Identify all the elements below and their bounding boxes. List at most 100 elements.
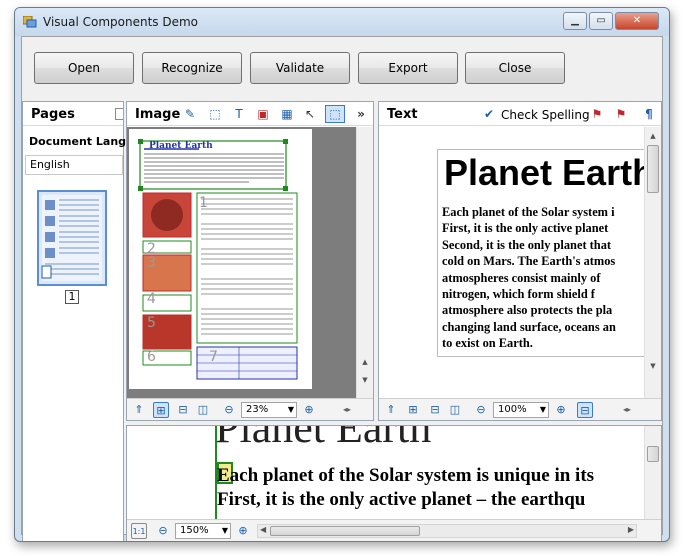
- zoom-in-icon[interactable]: ⊕: [553, 402, 569, 418]
- image-zoom-select[interactable]: 23% ▼: [241, 402, 297, 418]
- window-title: Visual Components Demo: [43, 15, 199, 29]
- text-line: Each planet of the Solar system i: [442, 205, 615, 219]
- zoom-hscroll-thumb[interactable]: [270, 526, 420, 536]
- app-icon: [23, 16, 37, 28]
- text-line: First, it is the only active planet: [442, 221, 609, 236]
- block-number-6: 6: [147, 349, 156, 365]
- text-scroll-thumb[interactable]: [647, 145, 659, 193]
- pages-panel: Pages Document Langu English 1: [22, 101, 134, 541]
- pages-collapse-icon[interactable]: [115, 108, 123, 120]
- scroll-up-icon[interactable]: ▲: [645, 129, 661, 143]
- block-number-7: 7: [209, 349, 218, 365]
- language-select[interactable]: English: [25, 155, 123, 175]
- collapse-up-icon[interactable]: ⇑: [131, 402, 147, 418]
- block-number-4: 4: [147, 291, 156, 307]
- zoom-text: Each planet of the Solar system is uniqu…: [217, 464, 594, 512]
- minimize-icon: ▁: [571, 15, 579, 26]
- text-header: Text ✔ Check Spelling ⚑ ⚑ ¶: [379, 102, 661, 126]
- zoom-line: Each planet of the Solar system is uniqu…: [217, 465, 595, 486]
- document-image-content: [138, 139, 298, 380]
- close-window-button[interactable]: ✕: [615, 12, 659, 30]
- zoom-out-icon[interactable]: ⊖: [155, 523, 171, 539]
- fit-height-icon[interactable]: ◫: [195, 402, 211, 418]
- zoom-in-icon[interactable]: ⊕: [235, 523, 251, 539]
- block-heading-text: Planet Earth: [149, 141, 213, 151]
- zoom-view-value: 150%: [180, 525, 209, 536]
- zoom-panel: Planet Earth Each planet of the Solar sy…: [126, 425, 662, 541]
- text-line: Second, it is the only planet that: [442, 237, 612, 252]
- maximize-icon: ▭: [596, 15, 606, 26]
- zoom-viewport[interactable]: Planet Earth Each planet of the Solar sy…: [127, 426, 646, 519]
- page-thumbnail[interactable]: [37, 190, 107, 286]
- title-bar[interactable]: Visual Components Demo ▁ ▭ ✕: [15, 8, 669, 36]
- recognize-button[interactable]: Recognize: [142, 52, 242, 84]
- pointer-icon[interactable]: ↖: [302, 106, 318, 122]
- text-zoom-bar: ⇑ ⊞ ⊟ ◫ ⊖ 100% ▼ ⊕ ⊟ ◂▸: [379, 398, 661, 420]
- dropdown-icon: ▼: [539, 405, 546, 414]
- text-panel: Text ✔ Check Spelling ⚑ ⚑ ¶ Planet Earth…: [378, 101, 662, 421]
- zoom-horizontal-scrollbar[interactable]: ◀ ▶: [257, 524, 637, 538]
- page-number-label: 1: [65, 290, 79, 304]
- validate-button[interactable]: Validate: [250, 52, 350, 84]
- table-area-icon[interactable]: ▦: [279, 106, 295, 122]
- fit-page-icon[interactable]: ⊞: [405, 402, 421, 418]
- text-line: atmosphere also protects the pla: [442, 303, 613, 318]
- text-line: changing land surface, oceans an: [442, 319, 616, 334]
- fit-width-icon[interactable]: ⊟: [427, 402, 443, 418]
- more-tools-icon[interactable]: »: [353, 106, 369, 122]
- next-error-icon[interactable]: ⚑: [589, 106, 605, 122]
- area-tool-icon[interactable]: ⬚: [207, 106, 223, 122]
- fit-height-icon[interactable]: ◫: [447, 402, 463, 418]
- text-line: to exist on Earth.: [442, 336, 533, 351]
- scroll-up-icon[interactable]: ▲: [357, 355, 373, 369]
- zoom-bar: 1:1 ⊖ 150% ▼ ⊕ ◀ ▶: [127, 519, 661, 541]
- zoom-out-icon[interactable]: ⊖: [221, 402, 237, 418]
- text-vertical-scrollbar[interactable]: ▲ ▼: [644, 127, 661, 400]
- minimize-button[interactable]: ▁: [563, 12, 587, 30]
- check-spelling-button[interactable]: Check Spelling: [501, 108, 590, 122]
- export-button[interactable]: Export: [358, 52, 458, 84]
- scroll-left-icon[interactable]: ◂▸: [339, 402, 355, 418]
- zoom-out-icon[interactable]: ⊖: [473, 402, 489, 418]
- zoom-in-icon[interactable]: ⊕: [301, 402, 317, 418]
- image-vertical-scrollbar[interactable]: ▲ ▼: [356, 127, 373, 400]
- picture-area-icon[interactable]: ▣: [255, 106, 271, 122]
- zoom-line: First, it is the only active planet – th…: [217, 489, 586, 510]
- zoom-heading: Planet Earth: [215, 426, 432, 452]
- scroll-right-icon[interactable]: ▶: [628, 525, 634, 534]
- maximize-button[interactable]: ▭: [589, 12, 613, 30]
- image-props-icon[interactable]: ✎: [182, 106, 198, 122]
- select-area-icon[interactable]: ⬚: [325, 105, 345, 123]
- zoom-vertical-scrollbar[interactable]: [644, 426, 661, 519]
- text-area-icon[interactable]: T: [231, 106, 247, 122]
- text-heading: Planet Earth: [444, 152, 644, 193]
- actual-size-icon[interactable]: 1:1: [131, 523, 147, 539]
- text-line: cold on Mars. The Earth's atmos: [442, 254, 616, 269]
- text-layout-icon[interactable]: ⊟: [577, 402, 593, 418]
- fit-page-icon[interactable]: ⊞: [153, 402, 169, 418]
- scroll-down-icon[interactable]: ▼: [357, 373, 373, 387]
- scroll-down-icon[interactable]: ▼: [645, 359, 661, 373]
- text-editor[interactable]: Planet Earth Each planet of the Solar sy…: [379, 127, 644, 400]
- text-zoom-select[interactable]: 100% ▼: [493, 402, 549, 418]
- paragraph-mark-icon[interactable]: ¶: [641, 106, 657, 122]
- text-line: nitrogen, which form shield f: [442, 287, 595, 302]
- text-zoom-value: 100%: [498, 404, 527, 415]
- image-zoom-bar: ⇑ ⊞ ⊟ ◫ ⊖ 23% ▼ ⊕ ◂▸: [127, 398, 373, 420]
- image-zoom-value: 23%: [246, 404, 269, 415]
- scroll-left-icon[interactable]: ◀: [260, 525, 266, 534]
- collapse-up-icon[interactable]: ⇑: [383, 402, 399, 418]
- open-button[interactable]: Open: [34, 52, 134, 84]
- scroll-left-icon[interactable]: ◂▸: [619, 402, 635, 418]
- zoom-view-select[interactable]: 150% ▼: [175, 523, 231, 539]
- document-image: Planet Earth 1 2 3 4 5 6 7: [129, 129, 312, 389]
- close-button[interactable]: Close: [465, 52, 565, 84]
- block-number-5: 5: [147, 315, 156, 331]
- text-line: atmospheres consist mainly of: [442, 270, 601, 285]
- dropdown-icon: ▼: [221, 526, 228, 535]
- prev-error-icon[interactable]: ⚑: [613, 106, 629, 122]
- image-viewport[interactable]: Planet Earth 1 2 3 4 5 6 7: [127, 127, 358, 400]
- text-title: Text: [387, 107, 418, 122]
- zoom-scroll-thumb[interactable]: [647, 446, 659, 462]
- fit-width-icon[interactable]: ⊟: [175, 402, 191, 418]
